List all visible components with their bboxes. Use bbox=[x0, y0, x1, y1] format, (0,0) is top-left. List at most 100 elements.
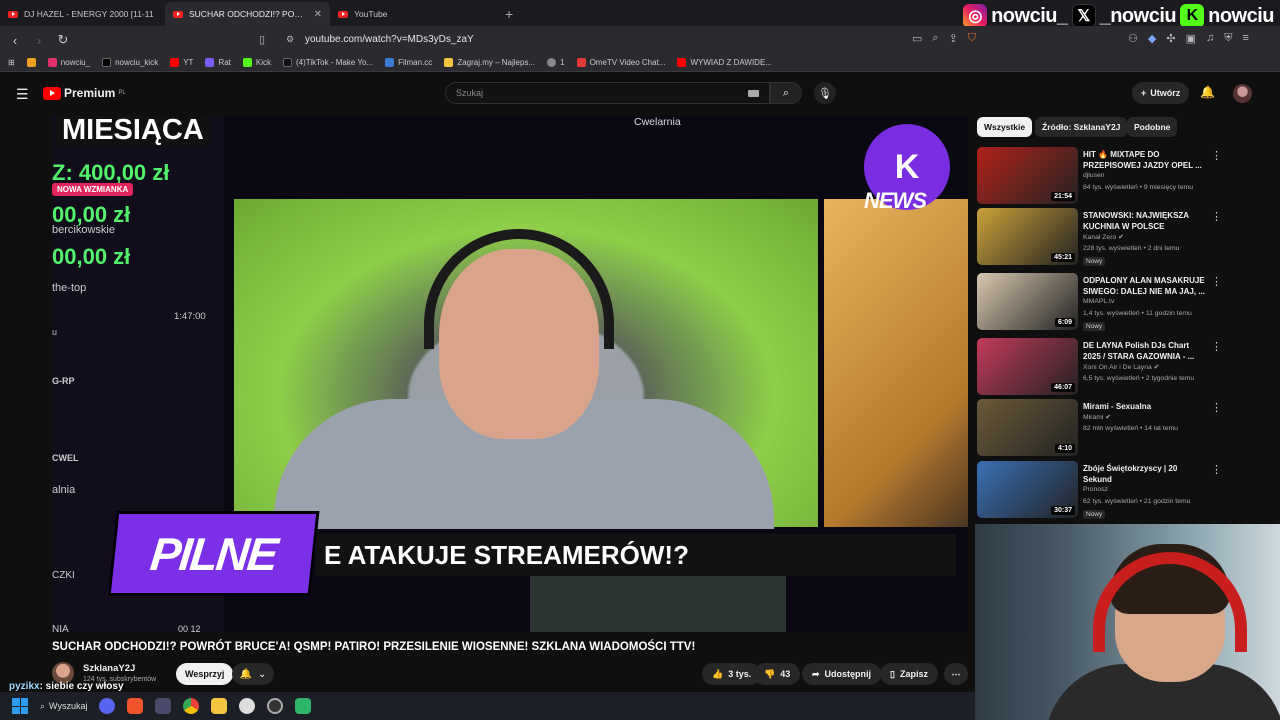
voice-search-icon[interactable]: 🎙 bbox=[814, 82, 836, 104]
bookmark-item[interactable]: Zagraj.my – Najleps... bbox=[444, 58, 535, 67]
search-button[interactable]: ⌕ bbox=[770, 82, 802, 104]
recommendation-title[interactable]: Mirami - Sexualna bbox=[1083, 401, 1205, 412]
recommendation-channel[interactable]: Xoni On Air i De Layna ✔ bbox=[1083, 363, 1159, 371]
recommendation-item[interactable]: 21:54 HIT 🔥 MIXTAPE DO PRZEPISOWEJ JAZDY … bbox=[977, 147, 1272, 205]
discord-icon[interactable] bbox=[99, 698, 116, 714]
more-vert-icon[interactable]: ⋮ bbox=[1211, 210, 1222, 223]
recommendation-title[interactable]: STANOWSKI: NAJWIĘKSZA KUCHNIA W POLSCE bbox=[1083, 210, 1205, 232]
close-tab-icon[interactable]: ✕ bbox=[314, 9, 322, 20]
chrome-icon[interactable] bbox=[183, 698, 200, 714]
bookmark-item[interactable]: OmeTV Video Chat... bbox=[576, 58, 665, 67]
video-thumbnail[interactable]: 45:21 bbox=[977, 208, 1078, 265]
bookmark-item[interactable]: 1 bbox=[547, 58, 565, 67]
new-badge: Nowy bbox=[1083, 322, 1106, 331]
browser-tab[interactable]: DJ HAZEL - ENERGY 2000 [11-11 bbox=[0, 2, 165, 26]
bookmark-item[interactable]: WYWIAD Z DAWIDE... bbox=[677, 58, 772, 67]
video-thumbnail[interactable]: 6:09 bbox=[977, 273, 1078, 330]
menu-icon[interactable]: ≡ bbox=[1242, 32, 1248, 45]
save-button[interactable]: ▯ Zapisz bbox=[880, 663, 938, 685]
video-player[interactable]: MIESIĄCA Z: 400,00 zł NOWA WZMIANKA 00,0… bbox=[52, 116, 968, 632]
more-vert-icon[interactable]: ⋮ bbox=[1211, 340, 1222, 353]
more-vert-icon[interactable]: ⋮ bbox=[1211, 401, 1222, 414]
chip-related[interactable]: Podobne bbox=[1127, 117, 1178, 137]
apps-icon[interactable]: ⊞ bbox=[8, 58, 15, 67]
recommendation-title[interactable]: DE LAYNA Polish DJs Chart 2025 / STARA G… bbox=[1083, 340, 1205, 362]
recommendation-title[interactable]: HIT 🔥 MIXTAPE DO PRZEPISOWEJ JAZDY OPEL … bbox=[1083, 149, 1205, 171]
reload-icon[interactable]: ↻ bbox=[56, 32, 70, 48]
browser-tab[interactable]: YouTube bbox=[330, 2, 495, 26]
bookmark-item[interactable]: Rat bbox=[205, 58, 231, 67]
recommendation-channel[interactable]: Mirami ✔ bbox=[1083, 413, 1111, 421]
bookmark-icon[interactable]: ▯ bbox=[259, 33, 265, 46]
sidebar-icon[interactable]: ▣ bbox=[1186, 32, 1196, 45]
puzzle-icon[interactable]: ✣ bbox=[1166, 32, 1175, 45]
recommendation-item[interactable]: 45:21 STANOWSKI: NAJWIĘKSZA KUCHNIA W POL… bbox=[977, 208, 1272, 266]
secondary-feed bbox=[824, 199, 968, 527]
hamburger-menu-icon[interactable]: ☰ bbox=[16, 86, 29, 103]
share-button[interactable]: ➦ Udostępnij bbox=[802, 663, 882, 685]
like-button[interactable]: 👍 3 tys. bbox=[702, 663, 762, 685]
forward-icon[interactable]: › bbox=[32, 33, 46, 48]
share-icon[interactable]: ⇪ bbox=[949, 32, 958, 45]
more-vert-icon[interactable]: ⋮ bbox=[1211, 275, 1222, 288]
recommendation-item[interactable]: 46:07 DE LAYNA Polish DJs Chart 2025 / ST… bbox=[977, 338, 1272, 396]
more-vert-icon[interactable]: ⋮ bbox=[1211, 149, 1222, 162]
app-icon[interactable] bbox=[295, 698, 312, 714]
chat-user: pyzikx bbox=[9, 681, 40, 692]
cast-icon[interactable]: ▭ bbox=[912, 32, 922, 45]
music-icon[interactable]: ♫ bbox=[1206, 32, 1214, 45]
brave-icon[interactable] bbox=[127, 698, 144, 714]
chip-source[interactable]: Źródło: SzklanaY2J bbox=[1035, 117, 1128, 137]
notifications-bell-icon[interactable]: 🔔 bbox=[1200, 85, 1215, 99]
app-icon[interactable] bbox=[155, 698, 172, 714]
dislike-button[interactable]: 👎 43 bbox=[754, 663, 801, 685]
keyboard-icon[interactable] bbox=[748, 90, 759, 97]
extension-icon[interactable]: ⚇ bbox=[1128, 32, 1138, 45]
url-field[interactable]: youtube.com/watch?v=MDs3yDs_zaY bbox=[305, 34, 474, 45]
support-button[interactable]: Wesprzyj bbox=[176, 663, 234, 685]
channel-name[interactable]: SzklanaY2J bbox=[83, 663, 135, 674]
taskbar-search[interactable]: ⌕ Wyszukaj bbox=[40, 701, 87, 712]
recommendation-item[interactable]: 4:10 Mirami - Sexualna Mirami ✔ 82 mln wyśw… bbox=[977, 399, 1272, 457]
recommendation-title[interactable]: ODPALONY ALAN MASAKRUJE SIWEGO: DALEJ NI… bbox=[1083, 275, 1205, 297]
bookmark-item[interactable]: (4)TikTok - Make Yo... bbox=[283, 58, 373, 67]
bookmark-item[interactable]: nowciu_kick bbox=[102, 58, 158, 67]
notification-settings-button[interactable]: 🔔 ⌄ bbox=[232, 663, 274, 685]
bookmark-item[interactable]: Filman.cc bbox=[385, 58, 432, 67]
vpn-icon[interactable]: ⛨ bbox=[1224, 32, 1232, 45]
create-button[interactable]: + Utwórz bbox=[1132, 82, 1190, 104]
video-thumbnail[interactable]: 46:07 bbox=[977, 338, 1078, 395]
site-info-icon[interactable]: ⚙ bbox=[286, 34, 294, 45]
app-icon[interactable] bbox=[267, 698, 284, 714]
video-thumbnail[interactable]: 21:54 bbox=[977, 147, 1078, 204]
bookmark-folder-icon[interactable] bbox=[26, 58, 36, 67]
bookmark-item[interactable]: Kick bbox=[242, 58, 271, 67]
avatar[interactable] bbox=[1233, 84, 1252, 103]
recommendation-channel[interactable]: Pronosz bbox=[1083, 486, 1108, 493]
bookmark-item[interactable]: YT bbox=[170, 58, 193, 67]
video-thumbnail[interactable]: 4:10 bbox=[977, 399, 1078, 456]
zoom-icon[interactable]: ⌕ bbox=[932, 32, 938, 45]
windows-start-icon[interactable] bbox=[12, 698, 28, 714]
brave-shield-icon[interactable]: ⛉ bbox=[968, 32, 976, 45]
recommendation-item[interactable]: 30:37 Zbóje Świętokrzyscy | 20 Sekund Pron… bbox=[977, 461, 1272, 519]
new-tab-button[interactable]: + bbox=[495, 6, 523, 26]
recommendation-channel[interactable]: Kanał Zero ✔ bbox=[1083, 233, 1124, 241]
youtube-play-icon bbox=[43, 86, 61, 100]
chip-all[interactable]: Wszystkie bbox=[977, 117, 1033, 137]
recommendation-channel[interactable]: MMAPL.tv bbox=[1083, 298, 1114, 305]
video-thumbnail[interactable]: 30:37 bbox=[977, 461, 1078, 518]
obs-icon[interactable] bbox=[239, 698, 256, 714]
more-actions-button[interactable]: ⋯ bbox=[944, 663, 968, 685]
search-input[interactable]: Szukaj bbox=[445, 82, 770, 104]
file-explorer-icon[interactable] bbox=[211, 698, 228, 714]
back-icon[interactable]: ‹ bbox=[8, 33, 22, 48]
wallet-icon[interactable]: ◆ bbox=[1148, 32, 1156, 45]
recommendation-channel[interactable]: djlusen bbox=[1083, 172, 1105, 179]
more-vert-icon[interactable]: ⋮ bbox=[1211, 463, 1222, 476]
recommendation-title[interactable]: Zbóje Świętokrzyscy | 20 Sekund bbox=[1083, 463, 1205, 485]
youtube-logo[interactable]: Premium PL bbox=[43, 86, 126, 100]
browser-tab-active[interactable]: SUCHAR ODCHODZI!? POWR ✕ bbox=[165, 2, 330, 26]
recommendation-item[interactable]: 6:09 ODPALONY ALAN MASAKRUJE SIWEGO: DALE… bbox=[977, 273, 1272, 331]
bookmark-item[interactable]: nowciu_ bbox=[47, 58, 90, 67]
